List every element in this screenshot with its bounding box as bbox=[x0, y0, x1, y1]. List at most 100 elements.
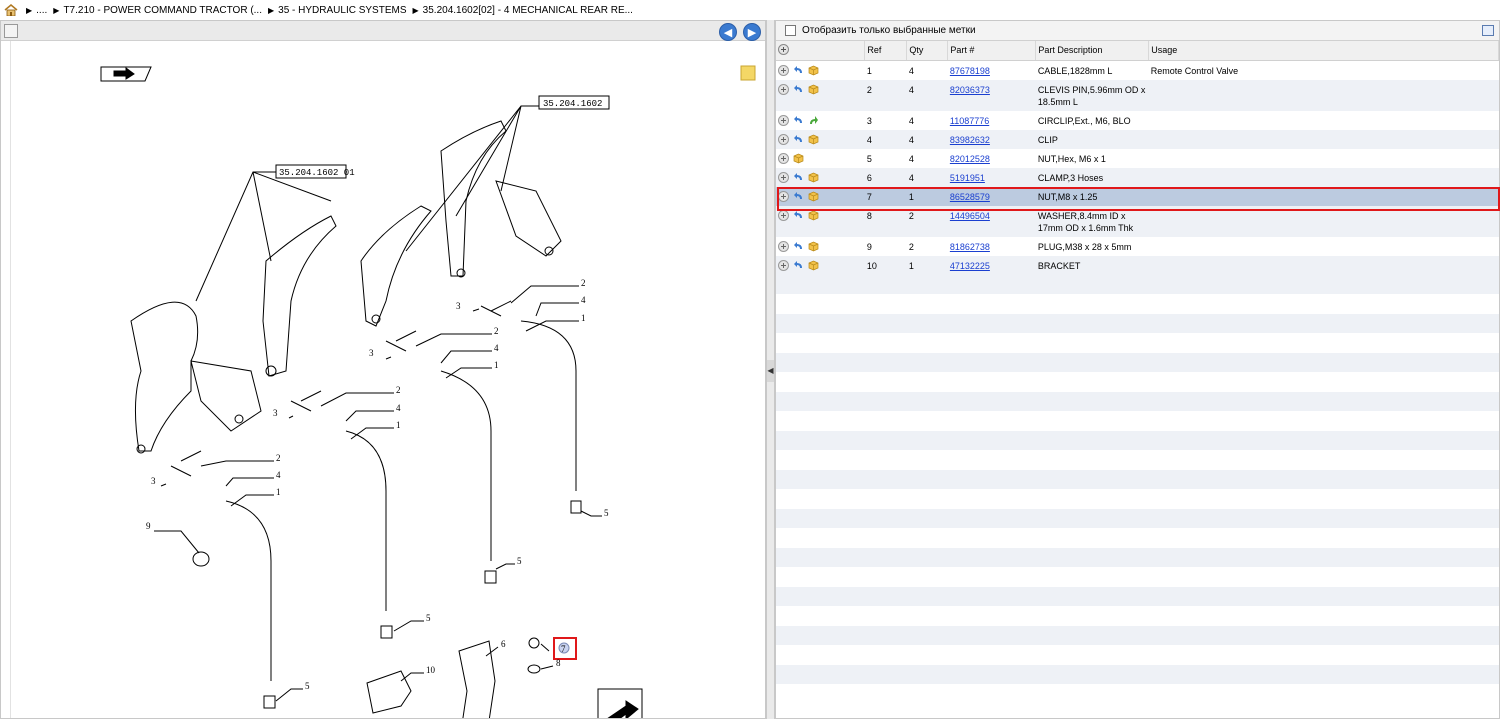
table-row[interactable]: 9 2 81862738 PLUG,M38 x 28 x 5mm bbox=[776, 236, 1499, 256]
grid-settings-icon[interactable] bbox=[1482, 25, 1494, 36]
cell-part-link[interactable]: 82036373 bbox=[947, 79, 1036, 111]
part-number-link[interactable]: 83982632 bbox=[950, 135, 990, 145]
package-icon[interactable] bbox=[808, 84, 819, 95]
breadcrumb-item-root[interactable]: .... bbox=[36, 5, 47, 16]
cell-part-link[interactable]: 14496504 bbox=[947, 205, 1036, 237]
substitute-arrow-icon[interactable] bbox=[793, 241, 804, 252]
col-desc[interactable]: Part Description bbox=[1035, 41, 1150, 61]
add-all-icon[interactable] bbox=[778, 43, 789, 55]
part-number-link[interactable]: 82012528 bbox=[950, 154, 990, 164]
table-row[interactable]: 5 4 82012528 NUT,Hex, M6 x 1 bbox=[776, 148, 1499, 168]
plug-9[interactable] bbox=[192, 551, 210, 567]
cable-assembly-2[interactable] bbox=[385, 330, 497, 584]
callout-3[interactable]: 3 bbox=[456, 301, 461, 311]
part-number-link[interactable]: 47132225 bbox=[950, 261, 990, 271]
callout-4[interactable]: 4 bbox=[494, 343, 499, 353]
callout-2[interactable]: 2 bbox=[396, 385, 401, 395]
col-ref[interactable]: Ref bbox=[864, 41, 908, 61]
callout-7[interactable]: 7 bbox=[561, 644, 566, 654]
part-number-link[interactable]: 86528579 bbox=[950, 192, 990, 202]
table-row[interactable]: 1 4 87678198 CABLE,1828mm L Remote Control V… bbox=[776, 60, 1499, 80]
cell-part-link[interactable]: 82012528 bbox=[947, 148, 1036, 168]
add-to-cart-icon[interactable] bbox=[778, 259, 789, 271]
view-icon[interactable] bbox=[100, 66, 152, 82]
table-row[interactable]: 7 1 86528579 NUT,M8 x 1.25 bbox=[776, 186, 1499, 206]
substitute-arrow-icon[interactable] bbox=[793, 115, 804, 126]
callout-2[interactable]: 2 bbox=[276, 453, 281, 463]
callout-2[interactable]: 2 bbox=[581, 278, 586, 288]
callout-5[interactable]: 5 bbox=[305, 681, 310, 691]
part-number-link[interactable]: 81862738 bbox=[950, 242, 990, 252]
nut-7[interactable] bbox=[528, 637, 540, 649]
table-row[interactable]: 2 4 82036373 CLEVIS PIN,5.96mm OD x 18.5mm … bbox=[776, 79, 1499, 111]
callout-8[interactable]: 8 bbox=[556, 658, 561, 668]
col-qty[interactable]: Qty bbox=[906, 41, 949, 61]
home-icon[interactable] bbox=[4, 4, 18, 16]
add-to-cart-icon[interactable] bbox=[778, 240, 789, 252]
substitute-arrow-icon[interactable] bbox=[793, 210, 804, 221]
breadcrumb-item-section[interactable]: 35.204.1602[02] - 4 MECHANICAL REAR RE..… bbox=[423, 5, 633, 16]
callout-3[interactable]: 3 bbox=[151, 476, 156, 486]
breadcrumb-item-group[interactable]: 35 - HYDRAULIC SYSTEMS bbox=[278, 5, 406, 16]
part-number-link[interactable]: 14496504 bbox=[950, 211, 990, 221]
substitute-arrow-icon[interactable] bbox=[793, 191, 804, 202]
callout-3[interactable]: 3 bbox=[273, 408, 278, 418]
package-icon[interactable] bbox=[808, 172, 819, 183]
callout-1[interactable]: 1 bbox=[581, 313, 586, 323]
add-to-cart-icon[interactable] bbox=[778, 152, 789, 164]
part-number-link[interactable]: 82036373 bbox=[950, 85, 990, 95]
substitute-arrow-icon[interactable] bbox=[793, 134, 804, 145]
callout-1[interactable]: 1 bbox=[276, 487, 281, 497]
cell-part-link[interactable]: 86528579 bbox=[947, 186, 1036, 206]
callout-9[interactable]: 9 bbox=[146, 521, 151, 531]
cell-part-link[interactable]: 83982632 bbox=[947, 129, 1036, 149]
add-to-cart-icon[interactable] bbox=[778, 171, 789, 183]
add-to-cart-icon[interactable] bbox=[778, 209, 789, 221]
add-to-cart-icon[interactable] bbox=[778, 190, 789, 202]
table-row[interactable]: 6 4 5191951 CLAMP,3 Hoses bbox=[776, 167, 1499, 187]
callout-2[interactable]: 2 bbox=[494, 326, 499, 336]
breadcrumb-item-model[interactable]: T7.210 - POWER COMMAND TRACTOR (... bbox=[63, 5, 262, 16]
cable-assembly-4[interactable] bbox=[170, 450, 276, 709]
substitute-arrow-icon[interactable] bbox=[793, 84, 804, 95]
select-all-header[interactable] bbox=[776, 41, 866, 61]
callout-4[interactable]: 4 bbox=[276, 470, 281, 480]
package-icon[interactable] bbox=[808, 191, 819, 202]
callout-1[interactable]: 1 bbox=[494, 360, 499, 370]
collapse-arrow-icon[interactable]: ◀ bbox=[767, 360, 774, 382]
table-row[interactable]: 3 4 11087776 CIRCLIP,Ext., M6, BLO bbox=[776, 110, 1499, 130]
export-icon[interactable] bbox=[4, 24, 18, 38]
col-usage[interactable]: Usage bbox=[1148, 41, 1499, 61]
cell-part-link[interactable]: 87678198 bbox=[947, 60, 1036, 80]
package-icon[interactable] bbox=[808, 134, 819, 145]
table-row[interactable]: 8 2 14496504 WASHER,8.4mm ID x 17mm OD x 1.… bbox=[776, 205, 1499, 237]
table-row[interactable]: 10 1 47132225 BRACKET bbox=[776, 255, 1499, 275]
arrow-right-icon[interactable]: ▶ bbox=[743, 23, 761, 41]
callout-3[interactable]: 3 bbox=[369, 348, 374, 358]
package-icon[interactable] bbox=[808, 65, 819, 76]
part-number-link[interactable]: 87678198 bbox=[950, 66, 990, 76]
add-to-cart-icon[interactable] bbox=[778, 83, 789, 95]
table-row[interactable]: 4 4 83982632 CLIP bbox=[776, 129, 1499, 149]
replacement-arrow-icon[interactable] bbox=[808, 115, 819, 126]
substitute-arrow-icon[interactable] bbox=[793, 65, 804, 76]
package-icon[interactable] bbox=[808, 260, 819, 271]
bracket-10[interactable] bbox=[366, 670, 412, 714]
package-icon[interactable] bbox=[793, 153, 804, 164]
add-to-cart-icon[interactable] bbox=[778, 133, 789, 145]
note-icon[interactable] bbox=[740, 65, 756, 81]
callout-4[interactable]: 4 bbox=[581, 295, 586, 305]
arrow-left-icon[interactable]: ◀ bbox=[719, 23, 737, 41]
cell-part-link[interactable]: 81862738 bbox=[947, 236, 1036, 256]
callout-10[interactable]: 10 bbox=[426, 665, 436, 675]
add-to-cart-icon[interactable] bbox=[778, 114, 789, 126]
cell-part-link[interactable]: 11087776 bbox=[947, 110, 1036, 130]
callout-5[interactable]: 5 bbox=[517, 556, 522, 566]
callout-4[interactable]: 4 bbox=[396, 403, 401, 413]
col-part[interactable]: Part # bbox=[947, 41, 1037, 61]
washer-8[interactable] bbox=[527, 664, 541, 674]
cell-part-link[interactable]: 5191951 bbox=[947, 167, 1036, 187]
substitute-arrow-icon[interactable] bbox=[793, 260, 804, 271]
part-number-link[interactable]: 11087776 bbox=[950, 116, 989, 126]
cell-part-link[interactable]: 47132225 bbox=[947, 255, 1036, 275]
